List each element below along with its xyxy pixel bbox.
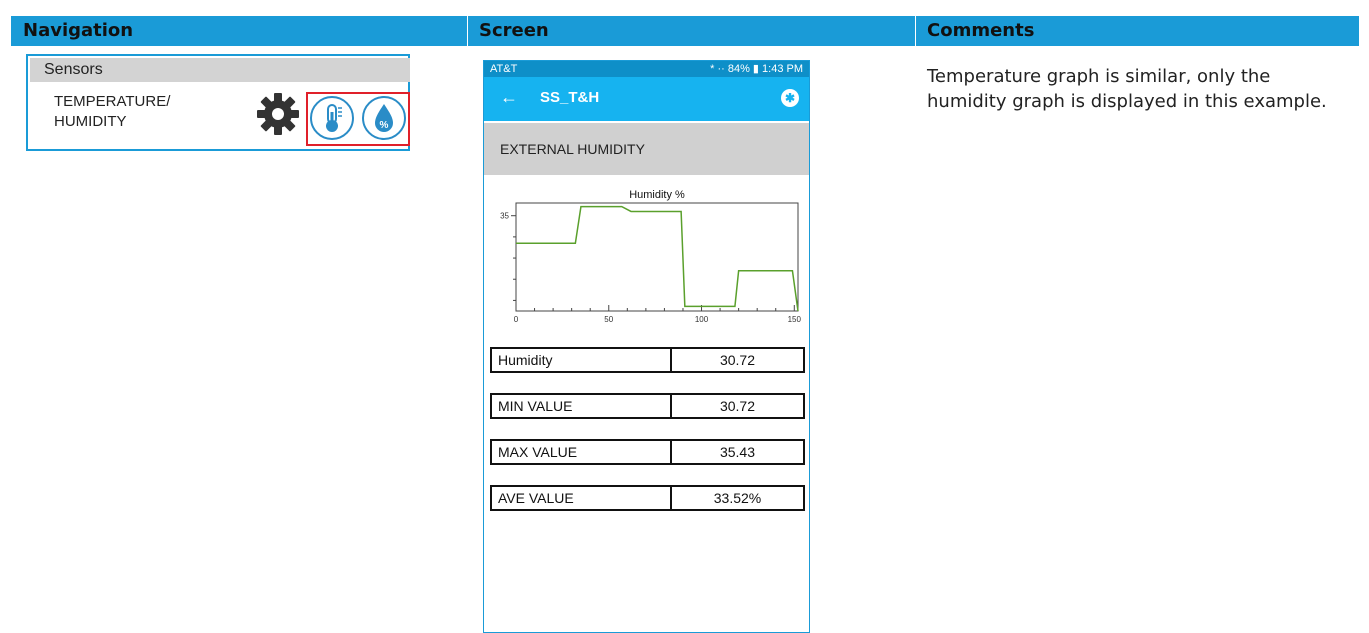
reading-row-humidity: Humidity 30.72 (490, 347, 805, 373)
reading-label: MIN VALUE (492, 395, 672, 417)
x-tick-label: 100 (695, 315, 709, 324)
chart-title: Humidity % (629, 189, 685, 201)
reading-value: 35.43 (719, 444, 756, 460)
reading-label: MAX VALUE (492, 441, 672, 463)
x-tick-label: 150 (788, 315, 802, 324)
column-header-navigation: Navigation (23, 20, 134, 41)
phone-screen: AT&T * ·· 84% ▮ 1:43 PM ← SS_T&H ✱ EXTER… (483, 60, 810, 633)
reading-value: 30.72 (719, 398, 756, 414)
column-header-screen: Screen (479, 20, 549, 41)
highlight-box (306, 92, 410, 146)
reading-row-average: AVE VALUE 33.52% (490, 485, 805, 511)
reading-label: Humidity (492, 349, 672, 371)
temperature-humidity-item-label[interactable]: TEMPERATURE/ HUMIDITY (54, 92, 170, 132)
table-header-row: Navigation Screen Comments (11, 16, 1359, 46)
app-bar: ← SS_T&H ✱ (484, 77, 809, 121)
gear-icon[interactable] (256, 92, 300, 136)
carrier-label: AT&T (490, 63, 518, 75)
sensors-section-title: Sensors (30, 58, 410, 82)
section-header: EXTERNAL HUMIDITY (484, 123, 809, 175)
bluetooth-icon[interactable]: ✱ (781, 89, 799, 107)
plot-frame (515, 202, 799, 312)
item-label-line1: TEMPERATURE/ (54, 93, 171, 110)
item-label-line2: HUMIDITY (54, 113, 127, 130)
column-header-comments: Comments (927, 20, 1035, 41)
x-tick-label: 50 (604, 315, 613, 324)
reading-row-max: MAX VALUE 35.43 (490, 439, 805, 465)
navigation-panel: Sensors TEMPERATURE/ HUMIDITY % (26, 54, 410, 151)
reading-label: AVE VALUE (492, 487, 672, 509)
status-bar: AT&T * ·· 84% ▮ 1:43 PM (484, 61, 809, 77)
back-arrow-icon[interactable]: ← (500, 87, 518, 108)
humidity-series-line (516, 205, 799, 312)
app-title: SS_T&H (540, 89, 600, 106)
reading-row-min: MIN VALUE 30.72 (490, 393, 805, 419)
comments-text: Temperature graph is similar, only the h… (927, 66, 1327, 112)
status-indicators: * ·· 84% ▮ 1:43 PM (710, 63, 803, 75)
reading-value: 33.52% (713, 490, 762, 506)
humidity-chart: Humidity % 0 50 100 150 35 (500, 189, 802, 324)
x-tick-label: 0 (514, 315, 519, 324)
reading-value: 30.72 (719, 352, 756, 368)
y-tick-label: 35 (500, 212, 509, 221)
